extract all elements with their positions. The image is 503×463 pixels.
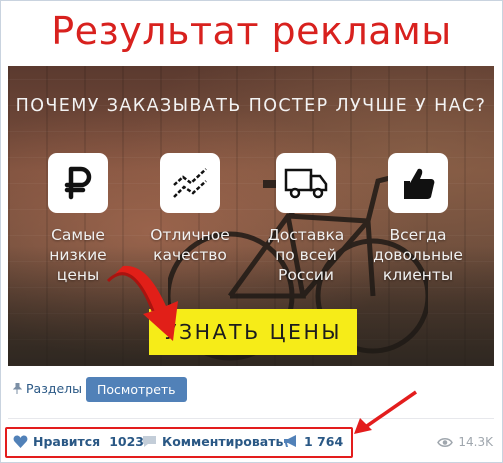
views-counter: 14.3K bbox=[437, 435, 493, 449]
views-count: 14.3K bbox=[458, 435, 493, 449]
share-count: 1 764 bbox=[304, 434, 344, 449]
divider bbox=[8, 418, 494, 419]
pin-icon bbox=[13, 383, 22, 394]
ad-image[interactable]: ПОЧЕМУ ЗАКАЗЫВАТЬ ПОСТЕР ЛУЧШЕ У НАС? Са… bbox=[8, 66, 494, 366]
sections-link[interactable]: Разделы bbox=[13, 381, 82, 396]
ruble-icon bbox=[48, 153, 108, 213]
megaphone-icon bbox=[284, 435, 296, 447]
delivery-truck-icon bbox=[276, 153, 336, 213]
feature-label: Всегда довольные клиенты bbox=[373, 226, 463, 284]
like-button[interactable]: Нравится 1023 bbox=[13, 434, 144, 449]
eye-icon bbox=[437, 437, 454, 447]
comment-label: Комментировать bbox=[162, 434, 284, 449]
feature-happy-clients: Всегда довольные клиенты bbox=[366, 153, 470, 285]
feature-delivery: Доставка по всей России bbox=[254, 153, 358, 285]
feature-quality: Отличное качество bbox=[138, 153, 242, 265]
page-headline: Результат рекламы bbox=[51, 9, 452, 53]
thumbs-up-icon bbox=[388, 153, 448, 213]
view-button[interactable]: Посмотреть bbox=[86, 377, 187, 402]
red-pointer-arrow bbox=[354, 390, 417, 434]
heart-icon bbox=[13, 435, 28, 448]
red-arrow-graphic bbox=[106, 265, 178, 341]
feature-label: Доставка по всей России bbox=[267, 226, 345, 284]
trend-chart-icon bbox=[160, 153, 220, 213]
share-button[interactable]: 1 764 bbox=[283, 434, 343, 449]
like-count: 1023 bbox=[109, 434, 144, 449]
like-label: Нравится bbox=[33, 434, 101, 449]
ad-question: ПОЧЕМУ ЗАКАЗЫВАТЬ ПОСТЕР ЛУЧШЕ У НАС? bbox=[15, 96, 487, 116]
comment-icon bbox=[143, 436, 156, 447]
sections-label: Разделы bbox=[26, 381, 83, 396]
comment-button[interactable]: Комментировать bbox=[142, 434, 283, 449]
